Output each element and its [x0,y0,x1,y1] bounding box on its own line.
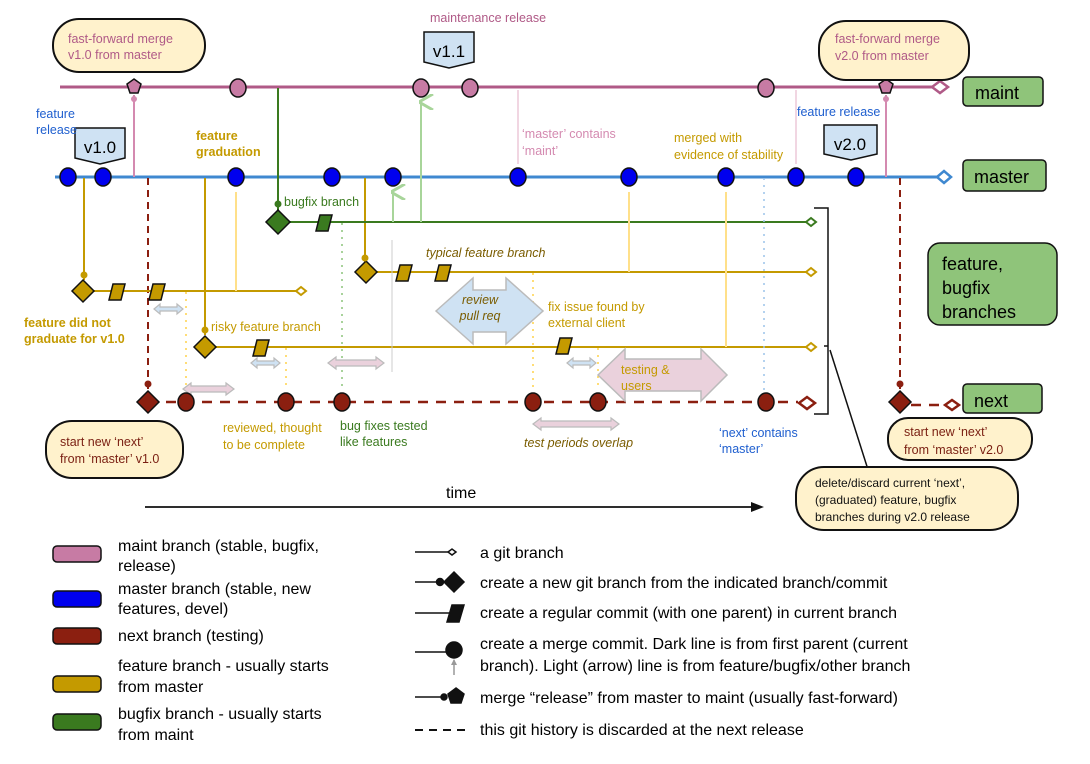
svg-text:master: master [974,167,1029,187]
release-merge-icon [415,687,465,704]
legend-swatch-bugfix [52,713,102,731]
svg-text:v1.1: v1.1 [433,42,465,61]
legend-swatch-master [52,590,102,608]
branch-end-icon [415,548,458,556]
svg-text:feature branch - usually start: feature branch - usually starts from mast… [118,658,329,696]
maint-release-merge [126,78,142,94]
symbol-legend-labels: a git branch create a new git branch fro… [480,545,910,739]
svg-text:merged withevidence of stabili: merged with evidence of stability [674,131,784,162]
time-axis: time [145,485,764,512]
tag-v1.0: v1.0 [74,127,126,165]
svg-text:bugfix branch: bugfix branch [284,195,359,209]
commit-icon [415,604,466,623]
color-legend: maint branch (stable, bugfix, release) ma… [52,538,329,744]
svg-text:time: time [446,485,476,502]
tag-v2.0: v2.0 [823,124,878,161]
next-label: next [962,383,1043,414]
svg-text:next branch (testing): next branch (testing) [118,628,264,645]
svg-text:delete/discard current ‘next’: delete/discard current ‘next’, (graduated… [815,476,970,524]
svg-text:maint branch (stable, bugfix,r: maint branch (stable, bugfix, release) [118,538,319,575]
svg-text:feature did notgraduate for v1: feature did not graduate for v1.0 [24,316,125,346]
svg-text:featurerelease: feature release [36,107,77,137]
maint-label: maint [962,76,1044,107]
svg-text:bug fixes testedlike features: bug fixes tested like features [340,419,428,449]
merge-commit-icon [415,641,463,675]
svg-text:typical feature branch: typical feature branch [426,246,546,260]
master-label: master [962,159,1047,192]
svg-text:this git history is discarded: this git history is discarded at the nex… [480,722,804,739]
svg-text:reviewed, thoughtto be complet: reviewed, thought to be complete [223,421,322,452]
svg-text:fix issue found byexternal cli: fix issue found by external client [548,300,645,330]
svg-text:test periods overlap: test periods overlap [524,436,633,450]
tag-v1.1: v1.1 [423,31,475,69]
callout-ff-v2.0: fast-forward merge v2.0 from master [818,20,970,81]
svg-text:feature release: feature release [797,105,880,119]
maint-branch-end-icon [929,79,951,95]
bugfix-merge-arrows [393,102,421,222]
new-branch-icon [415,570,466,594]
master-branch-end-icon [935,169,953,185]
svg-text:next: next [974,391,1008,411]
svg-text:merge “release” from master to: merge “release” from master to maint (us… [480,690,898,707]
symbol-legend [415,548,470,731]
maint-release-merge [878,78,894,94]
legend-swatch-feature [52,675,102,693]
git-workflow-diagram: v1.0 v1.1 v2.0 maint master feature, bugf… [24,11,1058,744]
svg-text:featuregraduation: feature graduation [196,129,261,159]
svg-text:‘master’ contains‘maint’: ‘master’ contains ‘maint’ [522,127,616,158]
svg-text:bugfix branch - usually starts: bugfix branch - usually starts from maint [118,706,322,744]
svg-text:v1.0: v1.0 [84,138,116,157]
svg-text:create a regular commit (with: create a regular commit (with one parent… [480,605,897,622]
svg-text:v2.0: v2.0 [834,135,866,154]
svg-text:a git branch: a git branch [480,545,564,562]
svg-text:maintenance release: maintenance release [430,11,546,25]
callout-next-v2.0: start new ‘next’ from ‘master’ v2.0 [887,417,1033,461]
callout-next-v1.0: start new ‘next’ from ‘master’ v1.0 [45,420,184,479]
svg-text:master branch (stable, newfeat: master branch (stable, new features, deve… [118,581,311,618]
callout-discard: delete/discard current ‘next’, (graduated… [795,466,1019,531]
test-merge-lines [185,178,765,390]
annotations: maintenance release feature release featu… [24,11,880,456]
legend-swatch-maint [52,545,102,563]
svg-text:risky feature branch: risky feature branch [211,320,321,334]
svg-text:create a merge commit. Dark li: create a merge commit. Dark line is from… [480,636,910,675]
feature-bugfix-label: feature, bugfix branches [927,242,1058,326]
callout-ff-v1.0: fast-forward merge v1.0 from master [52,18,206,73]
legend-swatch-next [52,627,102,645]
svg-text:maint: maint [975,83,1019,103]
svg-text:create a new git branch from t: create a new git branch from the indicat… [480,575,888,592]
next-branch-end-icon [796,395,818,411]
svg-text:‘next’ contains‘master’: ‘next’ contains ‘master’ [719,426,798,456]
